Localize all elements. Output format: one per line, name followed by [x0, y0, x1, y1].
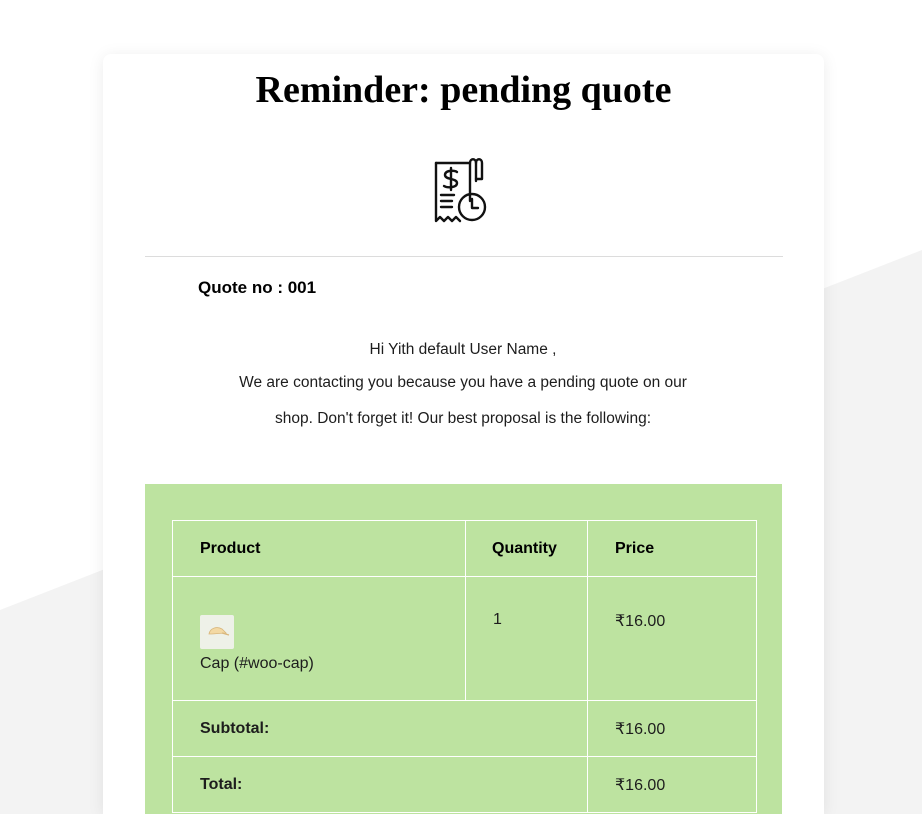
subtotal-row: Subtotal: ₹16.00 [172, 700, 757, 757]
product-name: Cap (#woo-cap) [200, 654, 314, 672]
cap-thumbnail-icon[interactable] [200, 614, 234, 649]
total-value: ₹16.00 [587, 756, 757, 813]
header-price: Price [587, 520, 757, 577]
price-cell: ₹16.00 [587, 576, 757, 701]
message-line-2: shop. Don't forget it! Our best proposal… [274, 410, 652, 427]
email-title: Reminder: pending quote [255, 69, 672, 111]
email-card: Reminder: pending quote Quote no : 001 H… [103, 54, 824, 814]
header-quantity: Quantity [465, 520, 588, 577]
header-product: Product [172, 520, 466, 577]
greeting-text: Hi Yith default User Name , [369, 341, 557, 358]
table-row: Cap (#woo-cap) 1 ₹16.00 [172, 576, 757, 701]
subtotal-label: Subtotal: [172, 700, 588, 757]
table-header-row: Product Quantity Price [172, 520, 757, 577]
quote-receipt-clock-icon [434, 158, 487, 223]
quote-details-panel: Product Quantity Price Cap (#woo-cap) 1 … [145, 484, 782, 814]
divider [145, 256, 783, 257]
quote-table: Product Quantity Price Cap (#woo-cap) 1 … [172, 520, 757, 813]
product-cell: Cap (#woo-cap) [172, 576, 466, 701]
total-row: Total: ₹16.00 [172, 756, 757, 813]
quote-number: Quote no : 001 [198, 278, 317, 297]
message-line-1: We are contacting you because you have a… [239, 374, 687, 391]
quantity-cell: 1 [465, 576, 588, 701]
total-label: Total: [172, 756, 588, 813]
subtotal-value: ₹16.00 [587, 700, 757, 757]
